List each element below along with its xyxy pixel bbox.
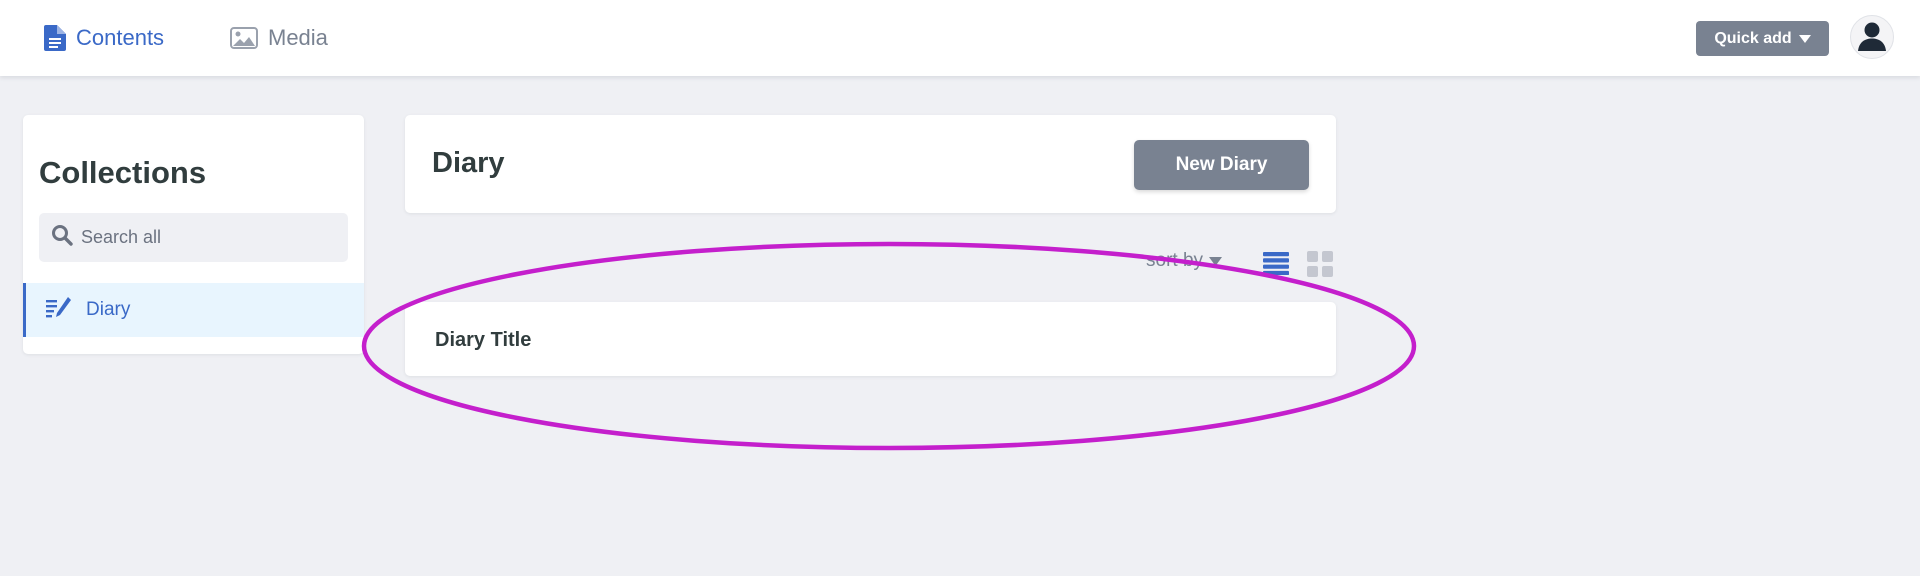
image-icon <box>230 27 258 49</box>
sidebar-item-diary[interactable]: Diary <box>23 283 364 337</box>
list-view-icon[interactable] <box>1263 251 1289 280</box>
top-nav-bar: Contents Media Quick add <box>0 0 1920 76</box>
document-icon <box>44 25 66 51</box>
entry-title: Diary Title <box>435 329 532 351</box>
search-box[interactable] <box>39 213 348 262</box>
sidebar-title: Collections <box>39 155 207 190</box>
collections-sidebar: Collections Diary <box>23 115 364 354</box>
new-diary-button[interactable]: New Diary <box>1134 140 1309 190</box>
quick-add-button[interactable]: Quick add <box>1696 21 1829 56</box>
quick-add-label: Quick add <box>1714 29 1792 47</box>
sort-by-label: sort by <box>1146 250 1204 271</box>
caret-down-icon <box>1798 30 1811 48</box>
nav-contents-link[interactable]: Contents <box>44 0 164 76</box>
user-icon <box>1855 18 1889 57</box>
sidebar-item-label: Diary <box>86 299 131 320</box>
grid-view-icon[interactable] <box>1307 251 1333 282</box>
list-item[interactable]: Diary Title <box>405 302 1336 376</box>
collection-header: Diary New Diary <box>405 115 1336 213</box>
nav-media-label: Media <box>268 25 328 50</box>
nav-contents-label: Contents <box>76 25 165 50</box>
user-avatar-button[interactable] <box>1850 15 1894 59</box>
sort-by-dropdown[interactable]: sort by <box>1146 250 1223 272</box>
page-title: Diary <box>432 147 505 179</box>
search-icon <box>51 224 73 251</box>
caret-down-icon <box>1209 250 1223 272</box>
search-input[interactable] <box>81 227 331 248</box>
diary-icon <box>46 296 72 325</box>
nav-media-link[interactable]: Media <box>230 0 328 76</box>
